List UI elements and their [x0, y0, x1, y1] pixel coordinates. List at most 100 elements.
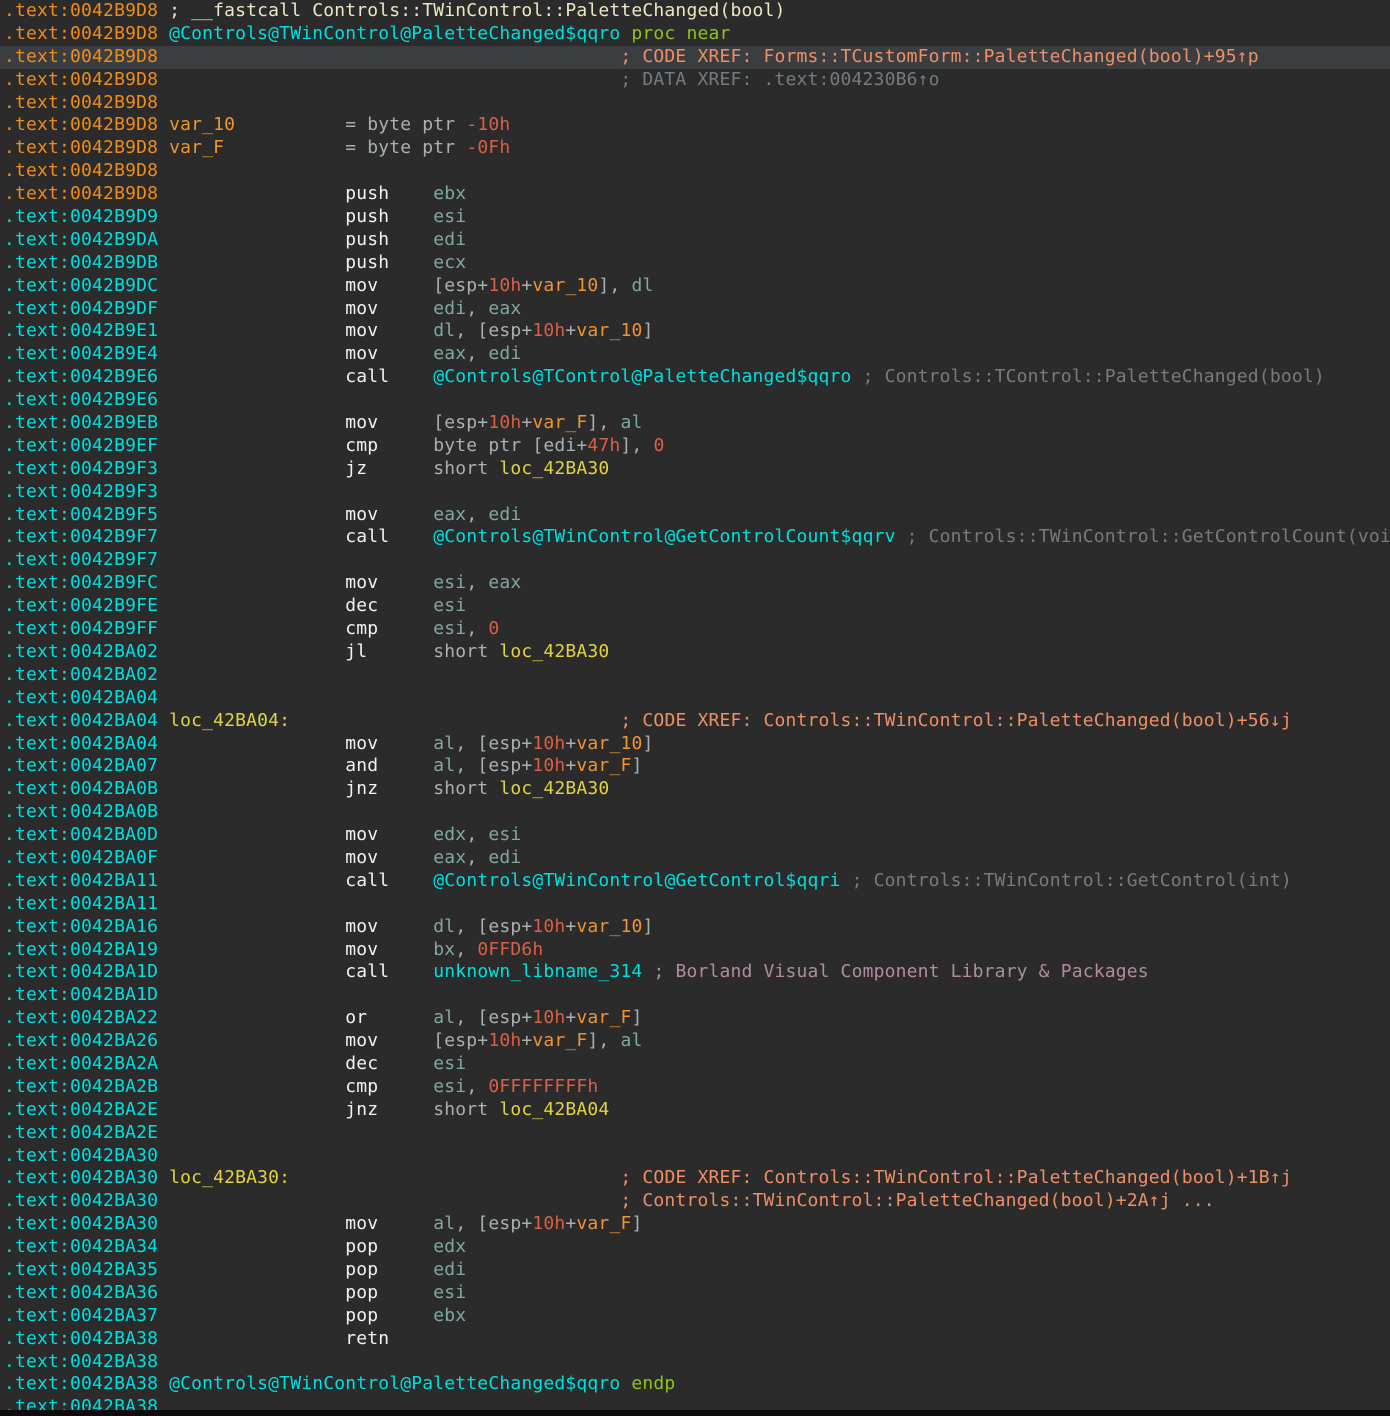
asm-line[interactable]: .text:0042B9FE dec esi	[4, 595, 1390, 618]
address[interactable]: .text:0042B9DC	[4, 275, 158, 296]
asm-line[interactable]: .text:0042BA16 mov dl, [esp+10h+var_10]	[4, 916, 1390, 939]
asm-line[interactable]: .text:0042B9E4 mov eax, edi	[4, 343, 1390, 366]
address[interactable]: .text:0042B9D9	[4, 206, 158, 227]
address[interactable]: .text:0042BA19	[4, 939, 158, 960]
stack-variable[interactable]: var_F	[158, 137, 224, 158]
address[interactable]: .text:0042B9F7	[4, 549, 158, 570]
address[interactable]: .text:0042B9F5	[4, 504, 158, 525]
address[interactable]: .text:0042BA30	[4, 1190, 158, 1211]
asm-line[interactable]: .text:0042B9DB push ecx	[4, 252, 1390, 275]
address[interactable]: .text:0042BA1D	[4, 961, 158, 982]
asm-line[interactable]: .text:0042BA36 pop esi	[4, 1282, 1390, 1305]
address[interactable]: .text:0042BA30	[4, 1145, 158, 1166]
stack-variable[interactable]: var_F	[576, 755, 631, 776]
code-label[interactable]: loc_42BA30	[499, 458, 609, 479]
asm-line[interactable]: .text:0042BA38	[4, 1351, 1390, 1374]
asm-line[interactable]: .text:0042B9D8 ; __fastcall Controls::TW…	[4, 0, 1390, 23]
asm-line[interactable]: .text:0042B9D9 push esi	[4, 206, 1390, 229]
asm-line[interactable]: .text:0042BA04	[4, 687, 1390, 710]
asm-line[interactable]: .text:0042BA35 pop edi	[4, 1259, 1390, 1282]
address[interactable]: .text:0042BA30	[4, 1213, 158, 1234]
address[interactable]: .text:0042BA16	[4, 916, 158, 937]
asm-line[interactable]: .text:0042B9D8 ; CODE XREF: Forms::TCust…	[0, 46, 1390, 69]
symbol-name[interactable]: @Controls@TWinControl@GetControl$qqri	[389, 870, 840, 891]
code-label[interactable]: loc_42BA30	[499, 778, 609, 799]
address[interactable]: .text:0042BA0B	[4, 778, 158, 799]
address[interactable]: .text:0042B9DF	[4, 298, 158, 319]
asm-line[interactable]: .text:0042B9FF cmp esi, 0	[4, 618, 1390, 641]
address[interactable]: .text:0042B9D8	[4, 23, 158, 44]
asm-line[interactable]: .text:0042BA30 ; Controls::TWinControl::…	[4, 1190, 1390, 1213]
code-label[interactable]: loc_42BA04:	[158, 710, 290, 731]
symbol-name[interactable]: unknown_libname_314	[389, 961, 642, 982]
asm-line[interactable]: .text:0042B9E6 call @Controls@TControl@P…	[4, 366, 1390, 389]
address[interactable]: .text:0042B9F3	[4, 481, 158, 502]
asm-line[interactable]: .text:0042BA1D call unknown_libname_314 …	[4, 961, 1390, 984]
asm-line[interactable]: .text:0042BA0B	[4, 801, 1390, 824]
code-label[interactable]: loc_42BA30:	[158, 1167, 290, 1188]
asm-line[interactable]: .text:0042B9F3	[4, 481, 1390, 504]
address[interactable]: .text:0042BA30	[4, 1167, 158, 1188]
address[interactable]: .text:0042BA35	[4, 1259, 158, 1280]
asm-line[interactable]: .text:0042B9D8 var_10 = byte ptr -10h	[4, 114, 1390, 137]
address[interactable]: .text:0042BA2A	[4, 1053, 158, 1074]
asm-line[interactable]: .text:0042B9D8 ; DATA XREF: .text:004230…	[4, 69, 1390, 92]
address[interactable]: .text:0042BA04	[4, 733, 158, 754]
asm-line[interactable]: .text:0042BA11 call @Controls@TWinContro…	[4, 870, 1390, 893]
address[interactable]: .text:0042B9FC	[4, 572, 158, 593]
asm-line[interactable]: .text:0042BA38 @Controls@TWinControl@Pal…	[4, 1373, 1390, 1396]
asm-line[interactable]: .text:0042B9DA push edi	[4, 229, 1390, 252]
asm-line[interactable]: .text:0042B9F3 jz short loc_42BA30	[4, 458, 1390, 481]
asm-line[interactable]: .text:0042BA2A dec esi	[4, 1053, 1390, 1076]
asm-line[interactable]: .text:0042BA04 loc_42BA04: ; CODE XREF: …	[4, 710, 1390, 733]
asm-line[interactable]: .text:0042BA22 or al, [esp+10h+var_F]	[4, 1007, 1390, 1030]
asm-line[interactable]: .text:0042B9DF mov edi, eax	[4, 298, 1390, 321]
symbol-name[interactable]: @Controls@TWinControl@PaletteChanged$qqr…	[158, 1373, 620, 1394]
asm-line[interactable]: .text:0042B9DC mov [esp+10h+var_10], dl	[4, 275, 1390, 298]
asm-line[interactable]: .text:0042BA34 pop edx	[4, 1236, 1390, 1259]
asm-line[interactable]: .text:0042B9D8	[4, 92, 1390, 115]
stack-variable[interactable]: var_F	[532, 1030, 587, 1051]
stack-variable[interactable]: var_10	[576, 320, 642, 341]
asm-line[interactable]: .text:0042BA30 loc_42BA30: ; CODE XREF: …	[4, 1167, 1390, 1190]
asm-line[interactable]: .text:0042BA19 mov bx, 0FFD6h	[4, 939, 1390, 962]
symbol-name[interactable]: @Controls@TWinControl@PaletteChanged$qqr…	[158, 23, 620, 44]
code-label[interactable]: loc_42BA30	[499, 641, 609, 662]
asm-line[interactable]: .text:0042B9E1 mov dl, [esp+10h+var_10]	[4, 320, 1390, 343]
asm-line[interactable]: .text:0042BA02	[4, 664, 1390, 687]
asm-line[interactable]: .text:0042BA0F mov eax, edi	[4, 847, 1390, 870]
address[interactable]: .text:0042B9F7	[4, 526, 158, 547]
address[interactable]: .text:0042BA2E	[4, 1099, 158, 1120]
address[interactable]: .text:0042BA38	[4, 1351, 158, 1372]
address[interactable]: .text:0042BA2E	[4, 1122, 158, 1143]
address[interactable]: .text:0042BA04	[4, 687, 158, 708]
address[interactable]: .text:0042BA37	[4, 1305, 158, 1326]
address[interactable]: .text:0042BA34	[4, 1236, 158, 1257]
asm-line[interactable]: .text:0042B9FC mov esi, eax	[4, 572, 1390, 595]
address[interactable]: .text:0042BA38	[4, 1328, 158, 1349]
asm-line[interactable]: .text:0042BA1D	[4, 984, 1390, 1007]
asm-line[interactable]: .text:0042B9EB mov [esp+10h+var_F], al	[4, 412, 1390, 435]
address[interactable]: .text:0042BA36	[4, 1282, 158, 1303]
address[interactable]: .text:0042B9D8	[4, 0, 158, 21]
asm-line[interactable]: .text:0042B9E6	[4, 389, 1390, 412]
asm-line[interactable]: .text:0042B9D8 push ebx	[4, 183, 1390, 206]
stack-variable[interactable]: var_10	[158, 114, 235, 135]
address[interactable]: .text:0042BA22	[4, 1007, 158, 1028]
address[interactable]: .text:0042B9D8	[4, 183, 158, 204]
address[interactable]: .text:0042B9D8	[4, 137, 158, 158]
asm-line[interactable]: .text:0042BA0B jnz short loc_42BA30	[4, 778, 1390, 801]
address[interactable]: .text:0042B9E6	[4, 366, 158, 387]
address[interactable]: .text:0042B9D8	[4, 92, 158, 113]
asm-line[interactable]: .text:0042BA2B cmp esi, 0FFFFFFFFh	[4, 1076, 1390, 1099]
address[interactable]: .text:0042B9D8	[4, 114, 158, 135]
symbol-name[interactable]: @Controls@TWinControl@GetControlCount$qq…	[389, 526, 895, 547]
address[interactable]: .text:0042BA1D	[4, 984, 158, 1005]
asm-line[interactable]: .text:0042B9F5 mov eax, edi	[4, 504, 1390, 527]
asm-line[interactable]: .text:0042BA30 mov al, [esp+10h+var_F]	[4, 1213, 1390, 1236]
asm-line[interactable]: .text:0042B9F7	[4, 549, 1390, 572]
address[interactable]: .text:0042B9E1	[4, 320, 158, 341]
asm-line[interactable]: .text:0042BA37 pop ebx	[4, 1305, 1390, 1328]
asm-line[interactable]: .text:0042BA38 retn	[4, 1328, 1390, 1351]
address[interactable]: .text:0042B9D8	[4, 160, 158, 181]
